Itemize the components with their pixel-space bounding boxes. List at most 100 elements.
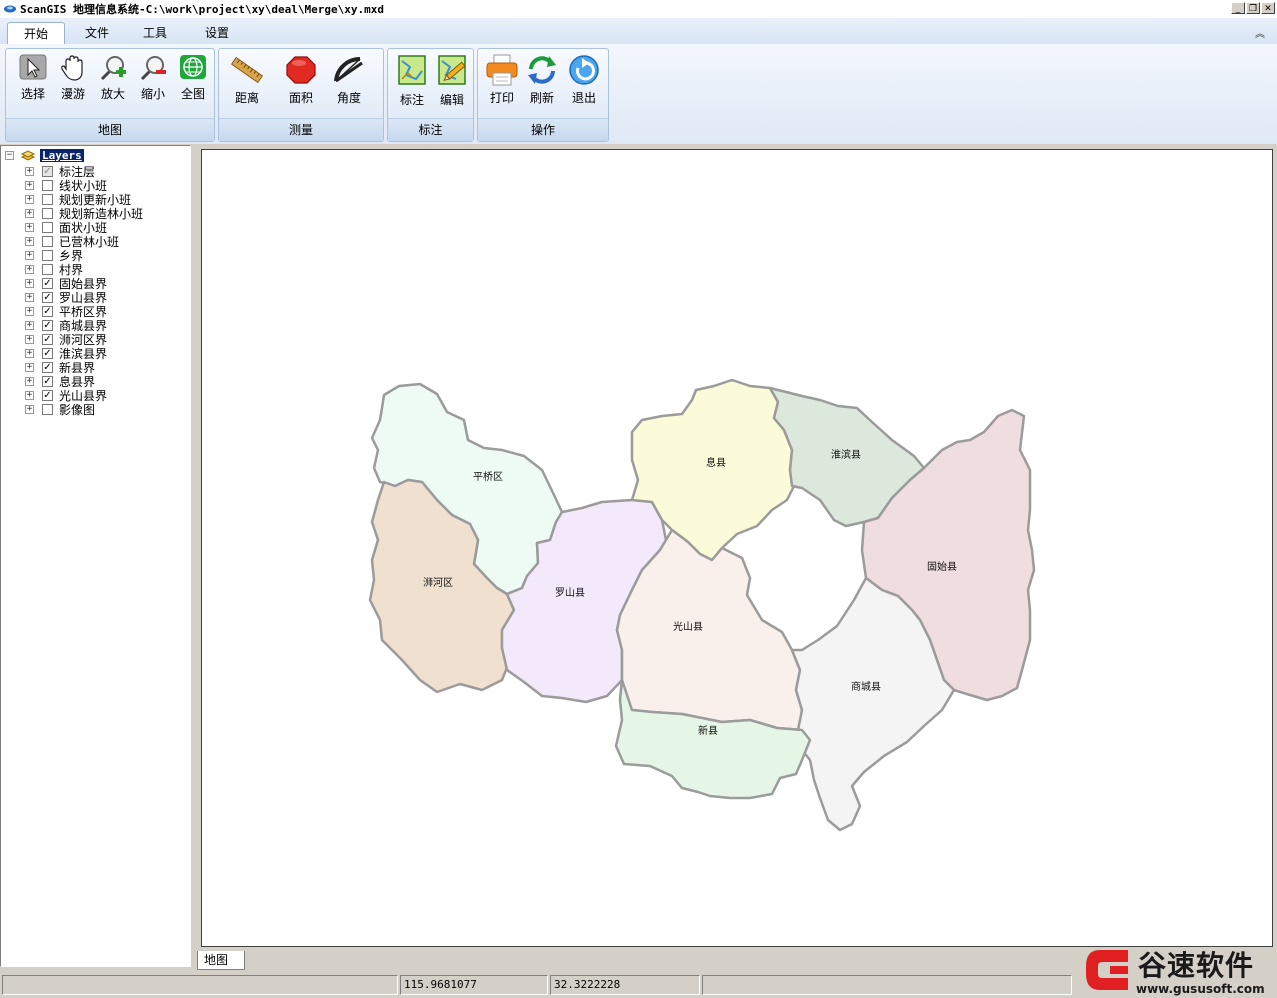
tab-start[interactable]: 开始 [7, 22, 65, 45]
region-label: 光山县 [673, 620, 703, 633]
layer-checkbox[interactable]: ✓ [42, 165, 53, 177]
group-map: 选择 漫游 放大 缩小 全图 地图 [5, 48, 215, 142]
expand-icon[interactable]: + [25, 264, 34, 274]
layer-checkbox[interactable] [42, 221, 53, 233]
layer-checkbox[interactable]: ✓ [42, 277, 53, 289]
map-svg: 平桥区浉河区罗山县 息县 淮滨县固始县光山县商城县新县 [368, 378, 1036, 832]
layer-checkbox[interactable]: ✓ [42, 375, 53, 387]
region-label: 息县 [706, 456, 726, 469]
area-polygon-icon [286, 56, 316, 84]
select-arrow-icon [19, 54, 47, 80]
layer-checkbox[interactable]: ✓ [42, 319, 53, 331]
expand-icon[interactable]: + [25, 362, 34, 372]
expand-icon[interactable]: + [25, 278, 34, 288]
layer-checkbox[interactable] [42, 263, 53, 275]
layer-checkbox[interactable] [42, 403, 53, 415]
edit-button[interactable]: 编辑 [434, 53, 470, 108]
layer-checkbox[interactable] [42, 207, 53, 219]
layer-checkbox[interactable]: ✓ [42, 389, 53, 401]
minimize-button[interactable]: _ [1231, 2, 1245, 14]
layer-checkbox[interactable]: ✓ [42, 347, 53, 359]
zoom-out-label: 缩小 [140, 87, 165, 101]
status-message [2, 975, 398, 995]
expand-icon[interactable]: + [25, 222, 34, 232]
globe-icon [180, 55, 206, 79]
ribbon-tab-bar: 开始 文件 工具 设置 ︽ [0, 18, 1277, 45]
group-measure: 距离 面积 角度 测量 [218, 48, 384, 142]
expand-icon[interactable]: + [25, 334, 34, 344]
region-label: 罗山县 [555, 587, 585, 599]
tab-file[interactable]: 文件 [72, 22, 122, 44]
pan-button[interactable]: 漫游 [56, 53, 90, 102]
layers-stack-icon [20, 150, 36, 161]
layer-checkbox[interactable]: ✓ [42, 305, 53, 317]
map-view-tab[interactable]: 地图 [197, 951, 245, 970]
window-title: ScanGIS 地理信息系统-C:\work\project\xy\deal\M… [20, 3, 385, 16]
expand-icon[interactable]: + [25, 250, 34, 260]
group-operate: 打印 刷新 退出 操作 [477, 48, 609, 142]
region-label: 商城县 [851, 680, 881, 693]
status-latitude: 32.3222228 [550, 975, 700, 995]
tab-settings[interactable]: 设置 [192, 22, 242, 44]
group-operate-label: 操作 [478, 118, 608, 141]
expand-icon[interactable]: + [25, 306, 34, 316]
exit-icon [569, 55, 599, 85]
edit-map-icon [438, 55, 466, 85]
zoom-in-label: 放大 [100, 87, 125, 101]
layer-checkbox[interactable]: ✓ [42, 291, 53, 303]
layer-label: 影像图 [59, 402, 96, 417]
layers-root[interactable]: − Layers [5, 148, 84, 162]
distance-button[interactable]: 距离 [227, 53, 267, 106]
pan-hand-icon [61, 55, 83, 81]
region-label: 平桥区 [473, 471, 503, 483]
status-longitude: 115.9681077 [400, 975, 548, 995]
layer-checkbox[interactable] [42, 249, 53, 261]
layer-checkbox[interactable] [42, 179, 53, 191]
map-canvas[interactable]: 平桥区 浉河区 罗山县 息县 淮滨县 固始县 光山县 商城县 新县 [201, 149, 1273, 947]
restore-button[interactable]: ❐ [1246, 2, 1260, 14]
distance-label: 距离 [234, 91, 259, 105]
expand-icon[interactable]: + [25, 194, 34, 204]
layer-checkbox[interactable]: ✓ [42, 333, 53, 345]
expand-icon[interactable]: + [25, 404, 34, 414]
select-button[interactable]: 选择 [16, 53, 50, 102]
expand-icon[interactable]: + [25, 236, 34, 246]
full-extent-button[interactable]: 全图 [176, 53, 210, 102]
refresh-button[interactable]: 刷新 [524, 53, 560, 106]
angle-button[interactable]: 角度 [329, 53, 369, 106]
expand-icon[interactable]: + [25, 390, 34, 400]
layer-checkbox[interactable]: ✓ [42, 361, 53, 373]
region-label: 新县 [698, 724, 718, 737]
full-extent-label: 全图 [180, 87, 205, 101]
map-frame: 平桥区 浉河区 罗山县 息县 淮滨县 固始县 光山县 商城县 新县 [197, 145, 1277, 950]
region-label: 淮滨县 [831, 448, 861, 461]
expand-icon[interactable]: + [25, 292, 34, 302]
layer-checkbox[interactable] [42, 235, 53, 247]
expand-icon[interactable]: + [25, 180, 34, 190]
zoom-in-button[interactable]: 放大 [96, 53, 130, 102]
collapse-ribbon-icon[interactable]: ︽ [1255, 25, 1265, 40]
pan-label: 漫游 [60, 87, 85, 101]
expand-icon[interactable]: + [25, 376, 34, 386]
print-label: 打印 [489, 91, 514, 105]
expand-icon[interactable]: + [25, 208, 34, 218]
expand-icon[interactable]: + [25, 348, 34, 358]
ruler-icon [230, 56, 264, 84]
group-annotate-label: 标注 [388, 118, 473, 141]
refresh-icon [528, 56, 556, 84]
layer-checkbox[interactable] [42, 193, 53, 205]
ribbon: 选择 漫游 放大 缩小 全图 地图 距离 面积 角度 测量 标注 编辑 标注 打… [0, 44, 1277, 144]
exit-button[interactable]: 退出 [566, 53, 602, 106]
area-button[interactable]: 面积 [281, 53, 321, 106]
collapse-icon[interactable]: − [5, 150, 14, 160]
close-button[interactable]: ✕ [1261, 2, 1275, 14]
tab-tools[interactable]: 工具 [130, 22, 180, 44]
expand-icon[interactable]: + [25, 320, 34, 330]
expand-icon[interactable]: + [25, 166, 34, 176]
layer-item[interactable]: + 影像图 [25, 402, 96, 417]
printer-icon [486, 54, 518, 86]
area-label: 面积 [288, 91, 313, 105]
annotate-button[interactable]: 标注 [394, 53, 430, 108]
zoom-out-button[interactable]: 缩小 [136, 53, 170, 102]
print-button[interactable]: 打印 [484, 53, 520, 106]
